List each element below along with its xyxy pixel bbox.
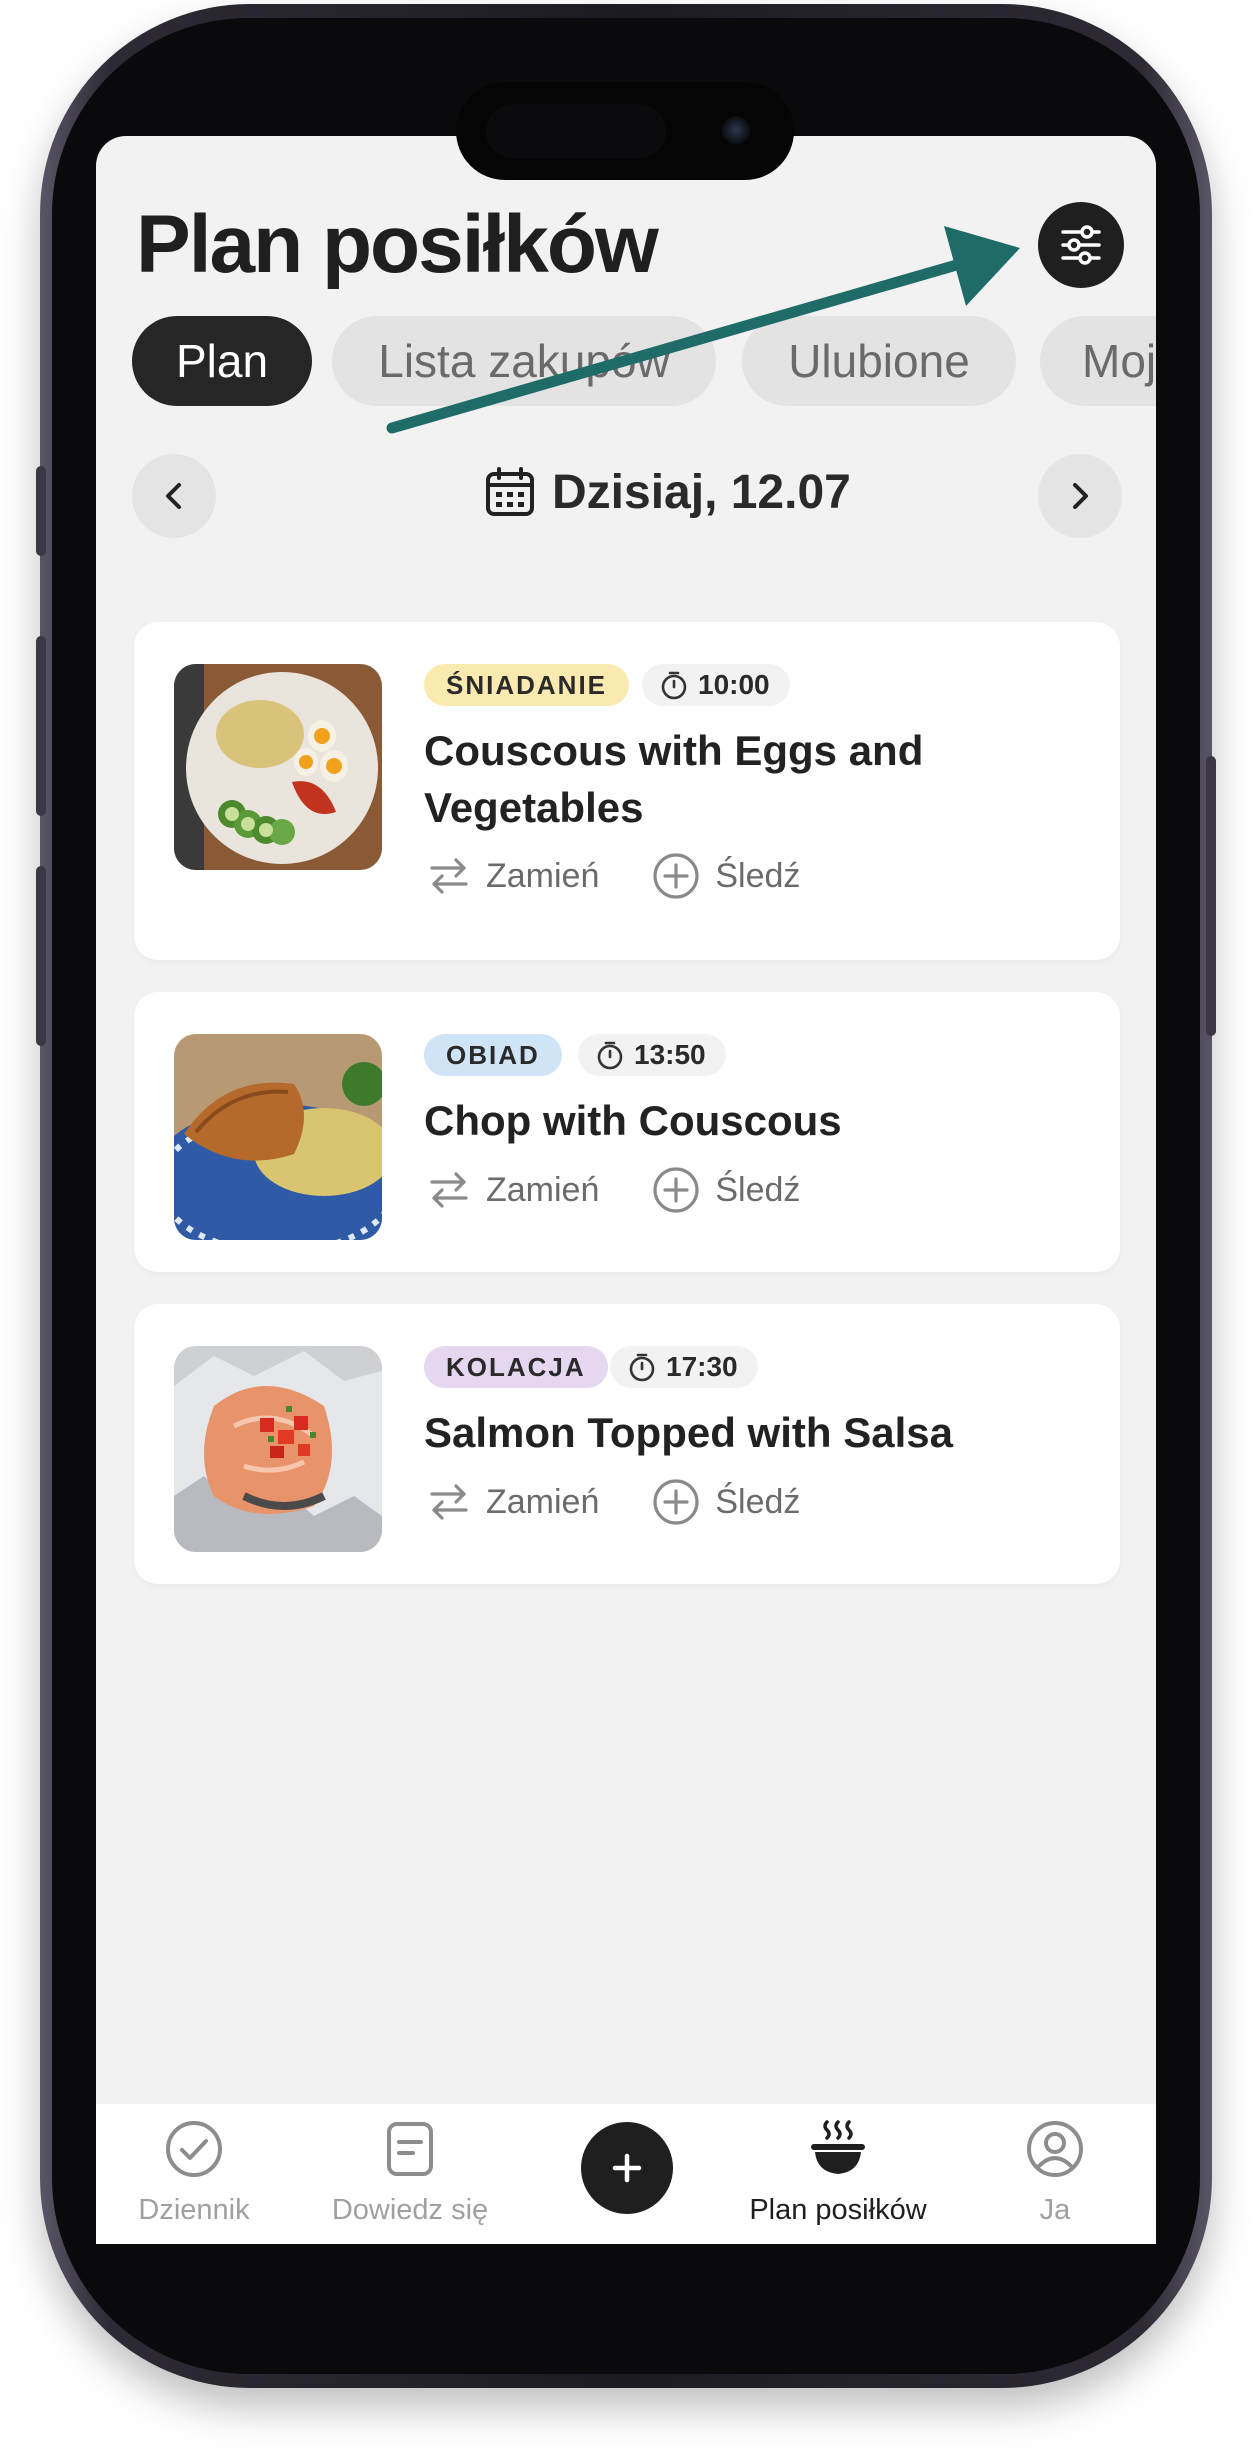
next-day-button[interactable] [1038, 454, 1122, 538]
swap-arrows-icon [430, 858, 468, 894]
meal-type-badge: KOLACJA [424, 1346, 608, 1388]
date-navigator: Dzisiaj, 12.07 [132, 454, 1122, 540]
time-text: 17:30 [666, 1351, 738, 1382]
time-badge: 13:50 [578, 1034, 726, 1076]
time-badge: 10:00 [642, 664, 790, 706]
plus-circle-icon [653, 853, 699, 899]
add-button[interactable] [581, 2122, 673, 2214]
time-badge: 17:30 [610, 1346, 758, 1388]
swap-label: Zamień [486, 1482, 600, 1521]
swap-arrows-icon [430, 1172, 468, 1208]
tab-plan[interactable]: Plan [132, 316, 312, 406]
meal-card-dinner[interactable]: KOLACJA 17:30 Salmon Topped with Salsa Z… [134, 1304, 1120, 1584]
meal-title[interactable]: Couscous with Eggs and Vegetables [424, 722, 984, 836]
track-label: Śledź [715, 856, 801, 895]
sensor [486, 104, 666, 158]
tab-mine[interactable]: Moje [1040, 316, 1156, 406]
swap-button[interactable]: Zamień [426, 1479, 599, 1525]
meal-actions: Zamień Śledź [426, 846, 852, 906]
date-text: Dzisiaj, 12.07 [552, 465, 851, 519]
meal-actions: Zamień Śledź [426, 1472, 852, 1532]
nav-item-profile[interactable]: Ja [955, 2118, 1155, 2227]
stopwatch-icon [597, 1041, 623, 1070]
nav-label: Plan posiłków [749, 2194, 927, 2226]
swap-button[interactable]: Zamień [426, 853, 599, 899]
nav-label: Dowiedz się [331, 2194, 489, 2226]
action-button [36, 466, 46, 556]
app-screen: Plan posiłków Plan Lista zakupów Ulubion… [96, 136, 1156, 2244]
track-button[interactable]: Śledź [651, 1165, 800, 1215]
nav-label: Ja [1039, 2194, 1071, 2226]
track-label: Śledź [715, 1170, 801, 1209]
meal-type-badge: ŚNIADANIE [424, 664, 630, 706]
swap-label: Zamień [486, 1170, 600, 1209]
tab-favorites[interactable]: Ulubione [742, 316, 1016, 406]
swap-arrows-icon [430, 1484, 468, 1520]
date-label[interactable]: Dzisiaj, 12.07 [482, 464, 851, 520]
volume-up-button [36, 636, 46, 816]
meal-card-lunch[interactable]: OBIAD 13:50 Chop with Couscous Zamień Śl… [134, 992, 1120, 1272]
time-text: 13:50 [634, 1039, 706, 1070]
swap-button[interactable]: Zamień [426, 1167, 599, 1213]
swap-label: Zamień [486, 856, 600, 895]
plus-circle-icon [653, 1479, 699, 1525]
track-button[interactable]: Śledź [651, 1477, 800, 1527]
note-icon [387, 2122, 433, 2176]
tab-shopping-list[interactable]: Lista zakupów [332, 316, 716, 406]
salmon-salsa-photo [174, 1346, 382, 1552]
tab-bar: Plan Lista zakupów Ulubione Moje [132, 316, 1156, 408]
couscous-eggs-photo [174, 664, 382, 870]
meal-card-breakfast[interactable]: ŚNIADANIE 10:00 Couscous with Eggs and V… [134, 622, 1120, 960]
chop-couscous-photo [174, 1034, 382, 1240]
track-label: Śledź [715, 1482, 801, 1521]
user-circle-icon [1027, 2121, 1083, 2177]
volume-down-button [36, 866, 46, 1046]
meal-title[interactable]: Chop with Couscous [424, 1092, 984, 1149]
meal-actions: Zamień Śledź [426, 1160, 852, 1220]
camera-icon [722, 116, 750, 144]
page-title: Plan posiłków [136, 199, 659, 290]
chevron-right-icon [1073, 483, 1088, 509]
nav-item-learn[interactable]: Dowiedz się [310, 2118, 510, 2227]
stopwatch-icon [629, 1353, 655, 1382]
power-button [1206, 756, 1216, 1036]
sliders-icon [1061, 225, 1101, 265]
bowl-icon [811, 2120, 865, 2174]
nav-item-meal-plan[interactable]: Plan posiłków [738, 2118, 938, 2227]
plus-icon [612, 2153, 642, 2183]
dynamic-island [456, 82, 794, 180]
chevron-left-icon [166, 483, 181, 509]
time-text: 10:00 [698, 669, 770, 700]
track-button[interactable]: Śledź [651, 851, 800, 901]
check-circle-icon [166, 2121, 222, 2177]
meal-title[interactable]: Salmon Topped with Salsa [424, 1404, 984, 1461]
nav-item-journal[interactable]: Dziennik [96, 2118, 294, 2227]
filter-button[interactable] [1038, 202, 1124, 288]
calendar-icon [486, 467, 534, 516]
bottom-navigation: Dziennik Dowiedz się Plan posiłków Ja [96, 2104, 1156, 2244]
previous-day-button[interactable] [132, 454, 216, 538]
meal-type-badge: OBIAD [424, 1034, 562, 1076]
stopwatch-icon [661, 671, 687, 700]
nav-label: Dziennik [138, 2194, 250, 2226]
plus-circle-icon [653, 1167, 699, 1213]
